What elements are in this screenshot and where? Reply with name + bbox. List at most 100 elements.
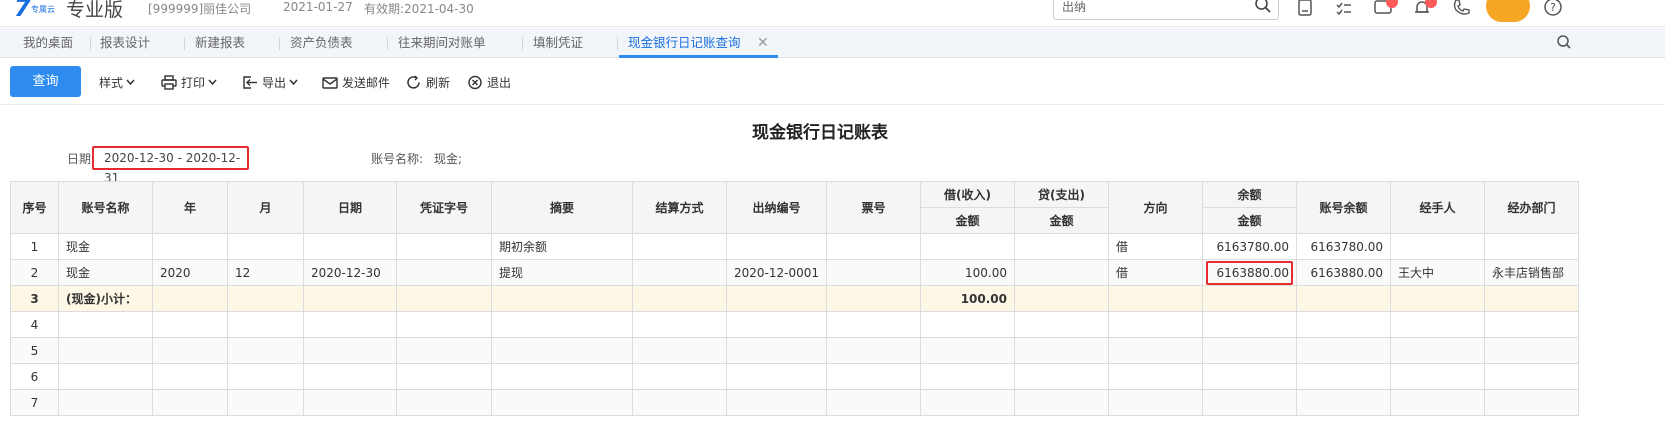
print-icon <box>161 74 177 90</box>
highlighted-balance-value: 6163880.00 <box>1206 260 1294 285</box>
cell-account-balance: 6163780.00 <box>1296 233 1392 260</box>
cell-year <box>152 233 228 260</box>
table-row[interactable]: 6 <box>10 363 1580 390</box>
cell-seq: 7 <box>10 389 59 416</box>
global-search[interactable] <box>1053 0 1279 20</box>
account-name-value: 现金; <box>434 152 463 166</box>
cell-seq: 3 <box>10 285 59 312</box>
cell-dept <box>1484 233 1580 260</box>
refresh-button[interactable]: 刷新 <box>406 74 450 90</box>
col-subheader-balance-amount: 金额 <box>1202 207 1298 234</box>
cell-dept: 永丰店销售部 <box>1484 259 1580 286</box>
refresh-icon <box>407 75 420 89</box>
cell-summary: 期初余额 <box>491 233 633 260</box>
calculator-icon[interactable] <box>1294 0 1316 19</box>
toolbar: 查询 样式 打印 导出 发送邮件 刷新 退出 <box>0 59 1665 105</box>
tab-new-report[interactable]: 新建报表 <box>195 28 245 58</box>
tab-reconciliation[interactable]: 往来期间对账单 <box>398 28 486 58</box>
cell-voucher <box>396 259 492 286</box>
table-row[interactable]: 5 <box>10 337 1580 364</box>
current-date: 2021-01-27 <box>283 0 353 14</box>
col-header-summary: 摘要 <box>491 181 633 234</box>
cell-ticket <box>826 259 922 286</box>
company-name[interactable]: [999999]丽佳公司 <box>148 0 251 17</box>
date-label: 日期: <box>67 152 96 166</box>
col-header-credit: 贷(支出) <box>1014 181 1110 208</box>
col-subheader-debit-amount: 金额 <box>920 207 1016 234</box>
cell-cashier-no: 2020-12-0001 <box>725 259 828 286</box>
export-icon <box>243 75 257 89</box>
search-input[interactable] <box>1062 0 1242 15</box>
send-mail-button[interactable]: 发送邮件 <box>322 74 390 90</box>
col-header-ticket: 票号 <box>826 181 922 234</box>
col-header-voucher: 凭证字号 <box>396 181 492 234</box>
account-name-label: 账号名称: <box>371 152 424 166</box>
tab-separator <box>184 37 185 50</box>
col-header-year: 年 <box>152 181 228 234</box>
cell-direction: 借 <box>1108 233 1204 260</box>
cell-year: 2020 <box>152 259 228 286</box>
cell-seq: 2 <box>10 259 59 286</box>
cell-voucher <box>396 233 492 260</box>
col-header-dept: 经办部门 <box>1484 181 1580 234</box>
subtotal-row[interactable]: 3 (现金)小计： 100.00 <box>10 285 1580 312</box>
cell-account: 现金 <box>58 233 153 260</box>
tab-search-icon[interactable] <box>1556 34 1572 50</box>
col-header-settle: 结算方式 <box>632 181 727 234</box>
logo-mark: 7 <box>14 0 31 22</box>
col-header-balance: 余额 <box>1202 181 1298 208</box>
date-range-field[interactable]: 2020-12-30 - 2020-12-31 <box>92 146 249 185</box>
tab-bar: 我的桌面 报表设计 新建报表 资产负债表 往来期间对账单 填制凭证 现金银行日记… <box>0 28 1665 58</box>
cell-ticket <box>826 233 922 260</box>
tab-separator <box>387 37 388 50</box>
svg-text:?: ? <box>1550 1 1556 14</box>
style-menu[interactable]: 样式 <box>99 74 139 90</box>
cell-cashier-no <box>725 233 828 260</box>
col-header-date: 日期 <box>303 181 397 234</box>
chevron-down-icon <box>289 79 298 85</box>
cell-seq: 5 <box>10 337 59 364</box>
print-menu[interactable]: 打印 <box>161 74 221 90</box>
export-menu[interactable]: 导出 <box>242 74 302 90</box>
chevron-down-icon <box>126 79 135 85</box>
query-button[interactable]: 查询 <box>10 66 81 97</box>
cell-direction: 借 <box>1108 259 1204 286</box>
col-header-account: 账号名称 <box>58 181 153 234</box>
tab-balance-sheet[interactable]: 资产负债表 <box>290 28 353 58</box>
tab-cash-bank-journal[interactable]: 现金银行日记账查询 <box>628 28 741 58</box>
cell-account-balance: 6163880.00 <box>1296 259 1392 286</box>
tab-report-design[interactable]: 报表设计 <box>100 28 150 58</box>
col-header-account-balance: 账号余额 <box>1296 181 1392 234</box>
tab-separator <box>279 37 280 50</box>
close-tab-icon[interactable]: ✕ <box>757 28 769 58</box>
table-row[interactable]: 7 <box>10 389 1580 416</box>
exit-button[interactable]: 退出 <box>467 74 511 90</box>
phone-icon[interactable] <box>1450 0 1472 19</box>
cell-settle <box>632 233 727 260</box>
tab-separator <box>90 37 91 50</box>
cell-settle <box>632 259 727 286</box>
journal-table: 序号 账号名称 年 月 日期 凭证字号 摘要 结算方式 出纳编号 票号 借(收入… <box>10 181 1580 416</box>
table-row[interactable]: 4 <box>10 311 1580 338</box>
cell-subtotal-label: (现金)小计： <box>58 285 153 312</box>
message-badge <box>1386 0 1398 8</box>
cell-debit: 100.00 <box>920 259 1016 286</box>
tab-fill-voucher[interactable]: 填制凭证 <box>533 28 583 58</box>
print-label: 打印 <box>181 75 206 90</box>
user-avatar[interactable] <box>1484 0 1532 24</box>
table-row[interactable]: 2 现金 2020 12 2020-12-30 提现 2020-12-0001 … <box>10 259 1580 286</box>
tab-separator <box>522 37 523 50</box>
refresh-label: 刷新 <box>426 75 451 90</box>
tab-separator <box>617 37 618 50</box>
tab-my-desktop[interactable]: 我的桌面 <box>23 28 73 58</box>
col-subheader-credit-amount: 金额 <box>1014 207 1110 234</box>
table-row[interactable]: 1 现金 期初余额 借 6163780.00 6163780.00 <box>10 233 1580 260</box>
help-icon[interactable]: ? <box>1542 0 1564 19</box>
cell-month <box>227 233 304 260</box>
cell-seq: 4 <box>10 311 59 338</box>
search-icon[interactable] <box>1254 0 1272 14</box>
checklist-icon[interactable] <box>1333 0 1355 19</box>
cell-debit <box>920 233 1016 260</box>
cell-handler: 王大中 <box>1390 259 1486 286</box>
col-header-month: 月 <box>227 181 304 234</box>
